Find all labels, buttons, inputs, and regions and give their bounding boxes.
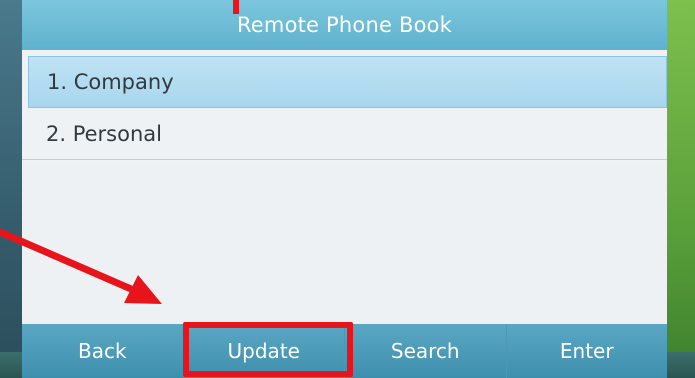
update-highlight-box — [183, 322, 353, 377]
